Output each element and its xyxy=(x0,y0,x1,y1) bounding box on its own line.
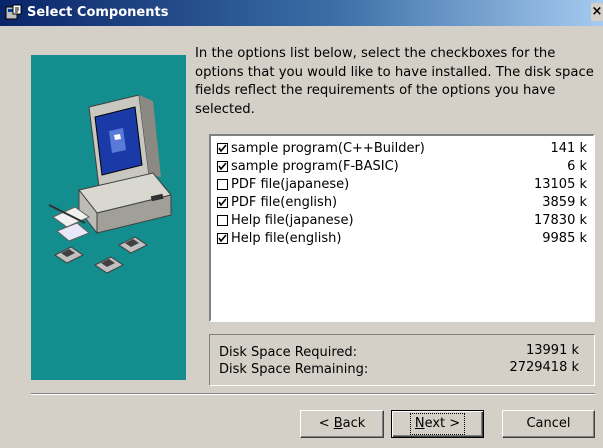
cancel-button[interactable]: Cancel xyxy=(502,410,595,438)
component-checkbox[interactable] xyxy=(217,179,228,190)
back-button[interactable]: < Back xyxy=(300,410,384,438)
component-name: sample program(C++Builder) xyxy=(231,141,425,156)
checkbox-check-icon xyxy=(218,234,227,243)
component-row[interactable]: sample program(F-BASIC) 6 k xyxy=(217,159,589,176)
component-name: PDF file(japanese) xyxy=(231,177,350,192)
window-title: Select Components xyxy=(27,5,169,20)
installer-app-icon xyxy=(5,4,22,20)
floppy-disk-icon xyxy=(94,256,124,274)
component-checkbox[interactable] xyxy=(217,215,228,226)
back-prefix: < xyxy=(318,416,334,431)
next-accelerator: N xyxy=(414,416,425,431)
disk-space-panel: Disk Space Required: 13991 k Disk Space … xyxy=(209,334,595,386)
component-size: 3859 k xyxy=(542,195,587,210)
next-button[interactable]: Next > xyxy=(391,410,484,438)
component-name: Help file(english) xyxy=(231,231,342,246)
component-row[interactable]: Help file(english) 9985 k xyxy=(217,231,589,248)
component-size: 17830 k xyxy=(533,213,587,228)
component-checkbox[interactable] xyxy=(217,233,228,244)
component-size: 6 k xyxy=(567,159,587,174)
component-size: 13105 k xyxy=(533,177,587,192)
disk-required-label: Disk Space Required: xyxy=(219,345,358,360)
back-label: ack xyxy=(342,416,366,431)
title-bar: Select Components × xyxy=(0,0,603,26)
checkbox-check-icon xyxy=(218,198,227,207)
button-separator xyxy=(31,393,595,395)
checkbox-check-icon xyxy=(218,162,227,171)
component-row[interactable]: PDF file(japanese) 13105 k xyxy=(217,177,589,194)
disk-remaining-label: Disk Space Remaining: xyxy=(219,362,369,377)
component-size: 141 k xyxy=(550,141,587,156)
component-name: Help file(japanese) xyxy=(231,213,354,228)
disk-required-value: 13991 k xyxy=(525,343,579,358)
checkbox-check-icon xyxy=(218,144,227,153)
back-accelerator: B xyxy=(333,416,343,431)
component-checkbox[interactable] xyxy=(217,143,228,154)
next-focus-rect: Next > xyxy=(409,413,466,435)
component-checkbox[interactable] xyxy=(217,197,228,208)
floppy-disk-icon xyxy=(54,246,84,264)
close-button[interactable]: × xyxy=(591,3,603,21)
disk-remaining-value: 2729418 k xyxy=(509,360,579,375)
component-row[interactable]: Help file(japanese) 17830 k xyxy=(217,213,589,230)
component-row[interactable]: PDF file(english) 3859 k xyxy=(217,195,589,212)
components-list[interactable]: sample program(C++Builder) 141 k sample … xyxy=(209,134,595,322)
component-size: 9985 k xyxy=(542,231,587,246)
next-label: ext > xyxy=(424,416,461,431)
component-name: PDF file(english) xyxy=(231,195,338,210)
computer-illustration xyxy=(48,94,172,274)
floppy-disk-icon xyxy=(118,236,148,254)
wizard-illustration-panel xyxy=(31,55,186,380)
instructions-text: In the options list below, select the ch… xyxy=(195,46,594,117)
component-name: sample program(F-BASIC) xyxy=(231,159,399,174)
component-row[interactable]: sample program(C++Builder) 141 k xyxy=(217,141,589,158)
component-checkbox[interactable] xyxy=(217,161,228,172)
